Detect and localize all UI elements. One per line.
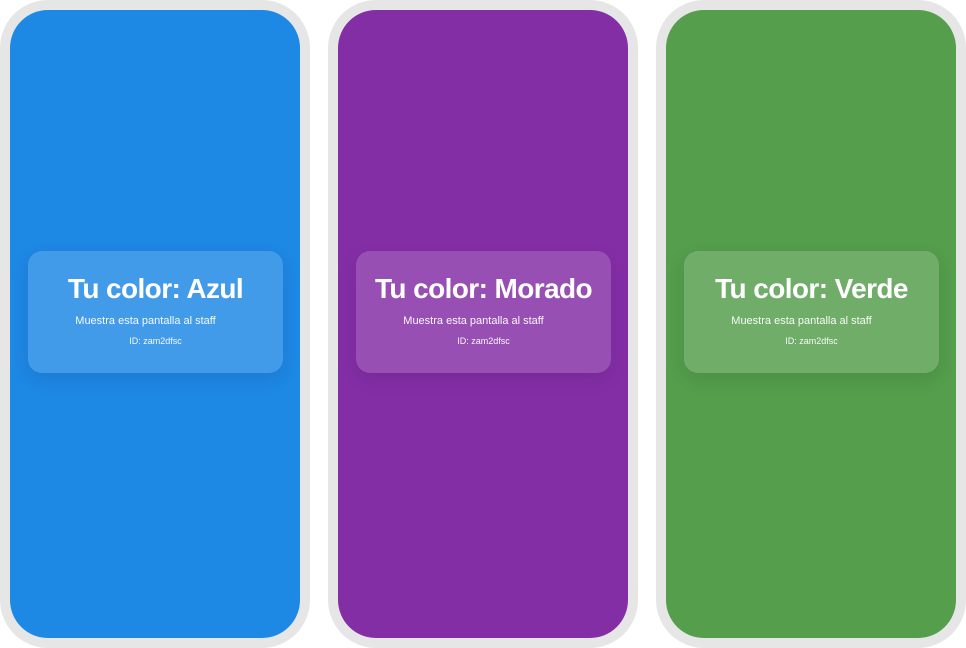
color-card: Tu color: Azul Muestra esta pantalla al … [28,251,283,373]
color-screen-verde: Tu color: Verde Muestra esta pantalla al… [666,10,956,638]
phone-frame-verde: Tu color: Verde Muestra esta pantalla al… [656,0,966,648]
color-screen-morado: Tu color: Morado Muestra esta pantalla a… [338,10,628,638]
user-id-text: ID: zam2dfsc [785,336,838,346]
instruction-text: Muestra esta pantalla al staff [731,315,872,327]
color-title: Tu color: Azul [67,273,244,304]
color-title: Tu color: Morado [375,273,593,304]
instruction-text: Muestra esta pantalla al staff [403,315,544,327]
phone-frame-azul: Tu color: Azul Muestra esta pantalla al … [0,0,310,648]
color-screen-azul: Tu color: Azul Muestra esta pantalla al … [10,10,300,638]
phone-frame-morado: Tu color: Morado Muestra esta pantalla a… [328,0,638,648]
color-card: Tu color: Verde Muestra esta pantalla al… [684,251,939,373]
color-card: Tu color: Morado Muestra esta pantalla a… [356,251,611,373]
instruction-text: Muestra esta pantalla al staff [75,315,216,327]
user-id-text: ID: zam2dfsc [129,336,182,346]
color-title: Tu color: Verde [715,273,908,304]
user-id-text: ID: zam2dfsc [457,336,510,346]
